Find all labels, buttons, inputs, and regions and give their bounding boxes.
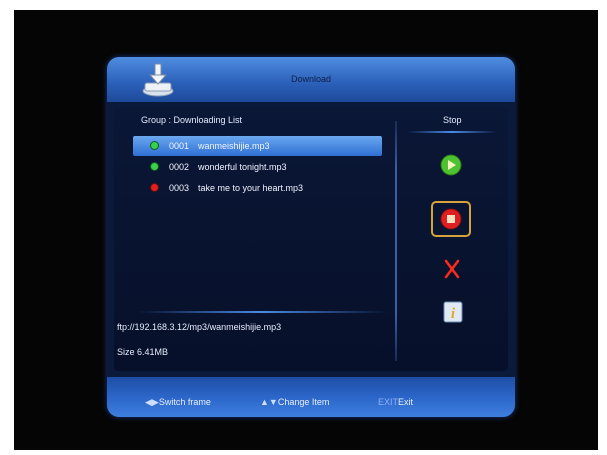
info-icon[interactable]: i — [443, 301, 463, 323]
footer-hint-bar: ◀▶Switch frame ▲▼Change Item EXITExit — [107, 377, 515, 417]
title-bar: Download — [107, 57, 515, 102]
status-dot-icon — [151, 184, 158, 191]
download-window: Download Group : Downloading List Stop 0… — [107, 57, 515, 417]
left-right-arrows-icon: ◀▶ — [145, 397, 159, 407]
item-number: 0003 — [169, 183, 190, 193]
side-header-divider — [407, 131, 497, 133]
file-size: Size 6.41MB — [117, 347, 169, 357]
item-name: take me to your heart.mp3 — [198, 183, 304, 193]
status-dot-icon — [151, 163, 158, 170]
hint-change-item: ▲▼Change Item — [260, 397, 329, 407]
item-name: wonderful tonight.mp3 — [198, 162, 287, 172]
download-item-0001[interactable]: 0001 wanmeishijie.mp3 — [133, 136, 382, 156]
download-item-0003[interactable]: 0003 take me to your heart.mp3 — [133, 178, 382, 198]
hint-switch-frame: ◀▶Switch frame — [145, 397, 211, 408]
hint-change-item-label: Change Item — [277, 397, 330, 407]
download-item-0002[interactable]: 0002 wonderful tonight.mp3 — [133, 157, 382, 177]
group-label: Group : Downloading List — [141, 115, 243, 125]
exit-key-label: EXIT — [378, 397, 399, 407]
stop-icon[interactable] — [431, 201, 471, 237]
hint-switch-frame-label: Switch frame — [158, 397, 211, 407]
item-name: wanmeishijie.mp3 — [198, 141, 270, 151]
window-title: Download — [290, 74, 332, 84]
play-icon[interactable] — [440, 154, 462, 176]
details-divider — [137, 311, 387, 313]
up-down-arrows-icon: ▲▼ — [260, 397, 278, 407]
file-url: ftp://192.168.3.12/mp3/wanmeishijie.mp3 — [117, 322, 282, 332]
stop-label: Stop — [443, 115, 462, 125]
status-dot-icon — [151, 142, 158, 149]
panel-divider — [395, 121, 397, 361]
item-number: 0002 — [169, 162, 190, 172]
delete-icon[interactable] — [444, 259, 460, 279]
hint-exit: EXITExit — [378, 397, 413, 407]
hint-exit-label: Exit — [398, 397, 414, 407]
item-number: 0001 — [169, 141, 190, 151]
